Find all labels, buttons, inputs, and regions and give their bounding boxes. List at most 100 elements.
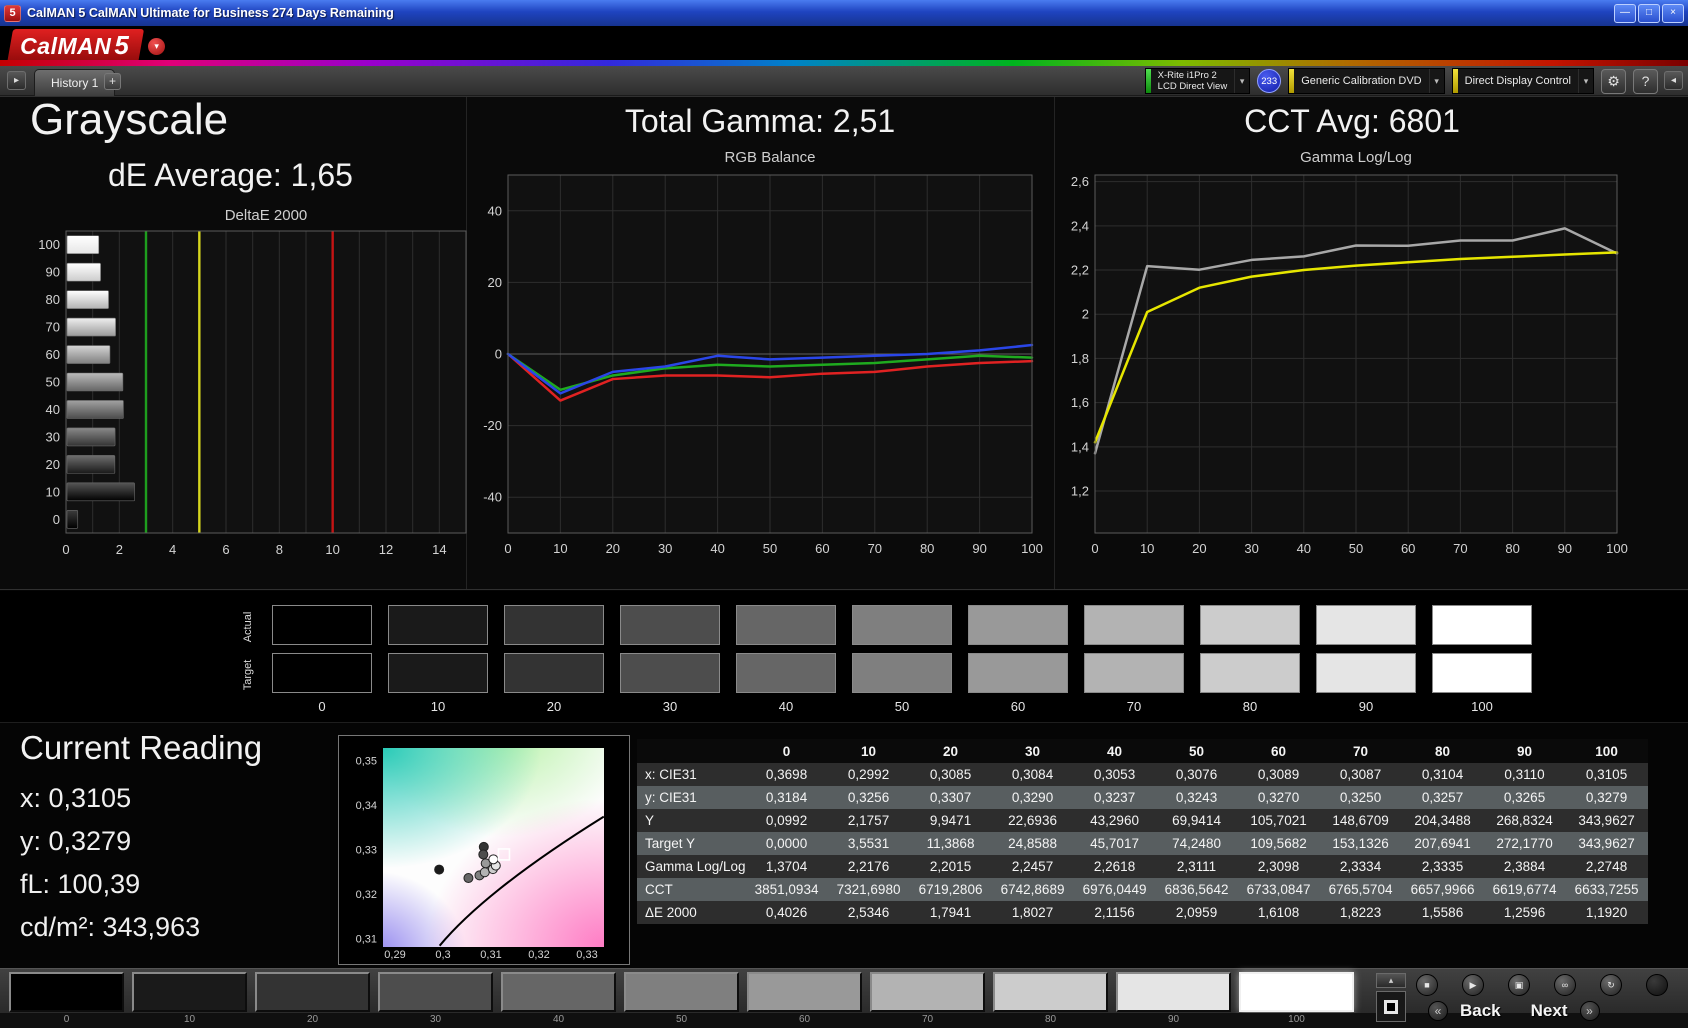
level-patch-40[interactable] [501, 972, 616, 1012]
svg-text:20: 20 [46, 457, 60, 472]
svg-text:8: 8 [276, 542, 283, 557]
level-patch-30[interactable] [378, 972, 493, 1012]
level-patch-90[interactable] [1116, 972, 1231, 1012]
refresh-button refresh-icon[interactable]: ↻ [1600, 974, 1622, 996]
display-control-selector[interactable]: Direct Display Control ▾ [1451, 68, 1594, 94]
table-cell: 0,3290 [991, 786, 1074, 809]
table-row: y: CIE31 0,3184 0,3256 0,3307 0,3290 0,3237 0,… [637, 786, 1648, 809]
table-cell: 2,2176 [827, 855, 910, 878]
transport-controls: ■ ▶ ▣ ∞ ↻ [1416, 974, 1668, 996]
stop-button stop-icon[interactable]: ■ [1416, 974, 1438, 996]
play-button play-icon[interactable]: ▶ [1462, 974, 1484, 996]
level-patch-0[interactable] [9, 972, 124, 1012]
table-column-header: 10 [827, 739, 910, 763]
level-patch-70[interactable] [870, 972, 985, 1012]
patch-level-label: 10 [183, 1014, 196, 1025]
reading-x: x: 0,3105 [20, 783, 132, 813]
patch-level-label: 60 [798, 1014, 811, 1025]
actual-swatch [387, 604, 489, 646]
table-cell: 3,5531 [827, 832, 910, 855]
next-button[interactable]: Next [1531, 1001, 1568, 1021]
chevron-down-icon[interactable]: ▾ [1578, 69, 1593, 93]
table-column-header: 80 [1401, 739, 1484, 763]
table-cell: 6836,5642 [1155, 878, 1238, 901]
table-cell: 2,3098 [1237, 855, 1320, 878]
svg-text:0,33: 0,33 [356, 845, 377, 857]
panel-expand-right-button[interactable]: ◂ [1664, 71, 1683, 90]
logo-dropdown-button[interactable]: ▾ [148, 38, 166, 55]
svg-text:50: 50 [46, 375, 60, 390]
table-cell: 6765,5704 [1319, 878, 1402, 901]
table-cell: 0,3184 [745, 786, 828, 809]
close-button[interactable]: × [1662, 3, 1684, 23]
source-selector[interactable]: Generic Calibration DVD ▾ [1288, 68, 1445, 94]
table-row: Y 0,0992 2,1757 9,9471 22,6936 43,2960 69,9414… [637, 809, 1648, 832]
table-row-label: y: CIE31 [637, 786, 746, 809]
table-row: ΔE 2000 0,4026 2,5346 1,7941 1,8027 2,1156 2,0… [637, 901, 1648, 924]
cie-chart: 0,35 0,34 0,33 0,32 0,31 0,29 0,3 0,31 0,32 0,33 [338, 735, 630, 965]
next-arrow-icon[interactable]: » [1579, 1001, 1600, 1021]
level-patch-100[interactable] [1239, 972, 1354, 1012]
patch-level-label: 70 [921, 1014, 934, 1025]
target-swatch [1083, 652, 1185, 694]
table-cell: 0,2992 [827, 763, 910, 786]
target-swatch [1315, 652, 1417, 694]
svg-text:6: 6 [222, 542, 229, 557]
table-row: x: CIE31 0,3698 0,2992 0,3085 0,3084 0,3053 0,… [637, 763, 1648, 786]
cie-overlay: 0,35 0,34 0,33 0,32 0,31 0,29 0,3 0,31 0,32 0,33 [356, 756, 605, 961]
table-cell: 2,2618 [1073, 855, 1156, 878]
chevron-down-icon[interactable]: ▾ [1428, 69, 1444, 93]
meter-name: X-Rite i1Pro 2 [1157, 70, 1217, 81]
swatch-level-label: 10 [430, 699, 446, 714]
svg-text:0: 0 [62, 542, 69, 557]
svg-text:40: 40 [1297, 541, 1311, 556]
minimize-button[interactable]: — [1614, 3, 1636, 23]
svg-text:0,35: 0,35 [356, 756, 377, 768]
patch-bar: 0 10 20 30 40 50 60 70 80 90 100 ▴ ■ ▶ ▣ ∞ ↻ « Back Ne… [0, 968, 1688, 1028]
add-tab-button[interactable]: + [104, 73, 121, 90]
table-cell: 0,0000 [745, 832, 828, 855]
help-button[interactable]: ? [1633, 68, 1658, 94]
target-swatch [851, 652, 953, 694]
table-cell: 0,3250 [1319, 786, 1402, 809]
swatch-level-label: 0 [318, 699, 326, 714]
maximize-button[interactable]: □ [1638, 3, 1660, 23]
loop-button loop-icon[interactable]: ∞ [1554, 974, 1576, 996]
table-column-header: 70 [1319, 739, 1402, 763]
pattern-window-button[interactable] [1376, 991, 1406, 1022]
level-patch-50[interactable] [624, 972, 739, 1012]
swatch-level-label: 80 [1242, 699, 1258, 714]
svg-text:50: 50 [763, 541, 777, 556]
svg-text:60: 60 [1401, 541, 1415, 556]
svg-text:-20: -20 [483, 418, 502, 433]
table-row-label: ΔE 2000 [637, 901, 746, 924]
svg-text:30: 30 [1244, 541, 1258, 556]
table-cell: 0,3087 [1319, 763, 1402, 786]
meter-selector[interactable]: X-Rite i1Pro 2 LCD Direct View ▾ [1144, 68, 1251, 94]
swatch-level-label: 50 [894, 699, 910, 714]
table-cell: 343,9627 [1565, 809, 1648, 832]
level-patches [9, 972, 1354, 1012]
pattern-button pattern-icon[interactable]: ▣ [1508, 974, 1530, 996]
settings-button gear-icon[interactable]: ⚙ [1601, 68, 1626, 94]
charts-region: Grayscale dE Average: 1,65 Total Gamma: … [0, 95, 1688, 590]
back-button[interactable]: Back [1460, 1001, 1501, 1021]
table-cell: 153,1326 [1319, 832, 1402, 855]
table-cell: 2,3334 [1319, 855, 1402, 878]
pattern-up-button[interactable]: ▴ [1376, 973, 1406, 988]
level-patch-60[interactable] [747, 972, 862, 1012]
meter-count-badge: 233 [1257, 69, 1282, 93]
level-patch-10[interactable] [132, 972, 247, 1012]
table-cell: 74,2480 [1155, 832, 1238, 855]
back-arrow-icon[interactable]: « [1428, 1001, 1448, 1021]
panel-expand-left-button[interactable]: ▸ [7, 71, 26, 90]
swatch-level-label: 20 [546, 699, 562, 714]
svg-text:0,29: 0,29 [384, 949, 405, 961]
svg-text:10: 10 [46, 484, 60, 499]
chevron-down-icon[interactable]: ▾ [1234, 69, 1249, 93]
target-swatch [1431, 652, 1533, 694]
cct-avg: CCT Avg: 6801 [1244, 103, 1460, 139]
level-patch-20[interactable] [255, 972, 370, 1012]
level-patch-80[interactable] [993, 972, 1108, 1012]
patch-level-label: 90 [1167, 1014, 1180, 1025]
